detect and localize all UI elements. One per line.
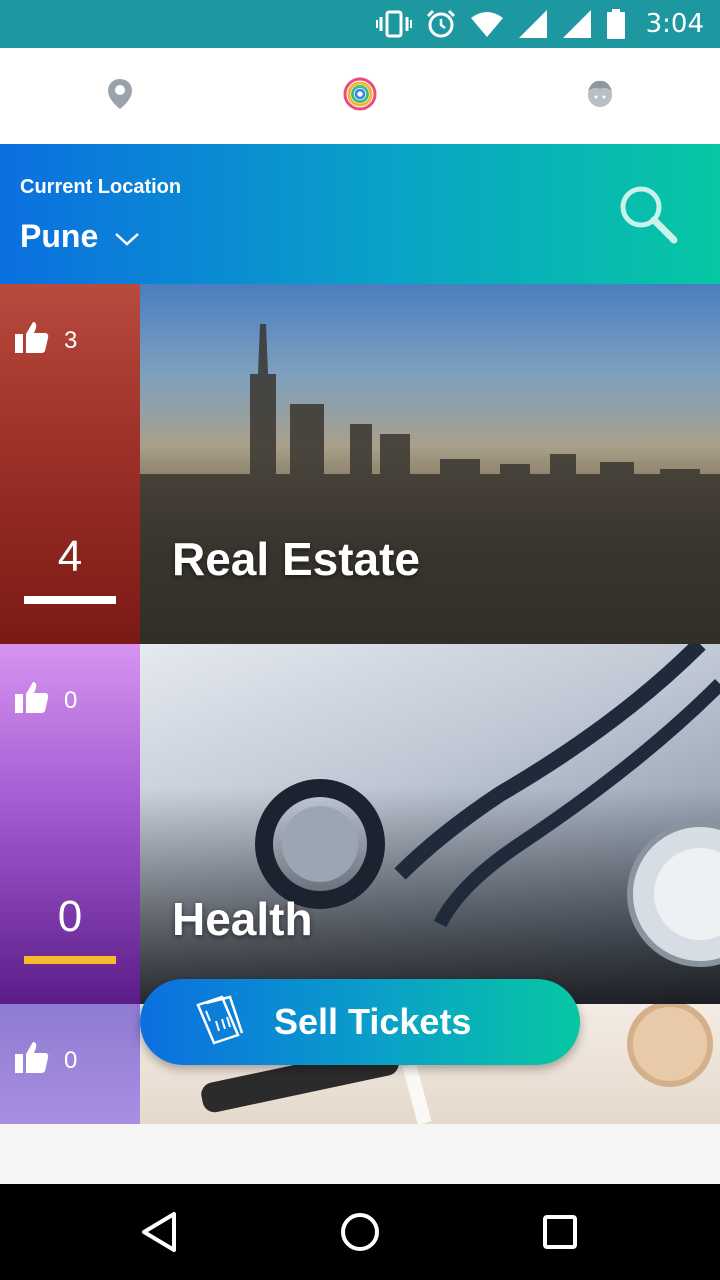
event-count: 0 xyxy=(57,892,83,941)
sell-tickets-button[interactable]: Sell Tickets xyxy=(140,979,580,1065)
recents-square-icon xyxy=(536,1215,584,1260)
top-nav xyxy=(0,48,720,144)
status-bar: 3:04 xyxy=(0,0,720,48)
clock-time: 3:04 xyxy=(645,9,704,39)
count-underline xyxy=(24,596,116,604)
search-button[interactable] xyxy=(616,182,680,246)
likes-count: 3 xyxy=(64,326,78,354)
alarm-icon xyxy=(426,9,456,39)
recents-button[interactable] xyxy=(536,1208,584,1256)
stethoscope-image xyxy=(140,644,720,1004)
likes-count: 0 xyxy=(64,686,78,714)
system-nav-bar xyxy=(0,1184,720,1280)
search-icon xyxy=(616,186,680,250)
location-header: Current Location Pune xyxy=(0,144,720,284)
thumbs-up-icon xyxy=(14,680,50,721)
count-underline xyxy=(24,956,116,964)
profile-face-icon xyxy=(586,78,614,115)
signal-icon xyxy=(518,9,548,39)
category-title: Real Estate xyxy=(172,533,421,585)
home-button[interactable] xyxy=(336,1208,384,1256)
home-circle-icon xyxy=(336,1213,384,1260)
battery-icon xyxy=(606,9,626,39)
nav-tab-profile[interactable] xyxy=(480,48,720,144)
location-pin-icon xyxy=(107,78,133,115)
signal-icon xyxy=(562,9,592,39)
vibrate-icon xyxy=(375,9,412,39)
chevron-down-icon xyxy=(114,218,140,255)
thumbs-up-icon xyxy=(14,320,50,361)
back-button[interactable] xyxy=(136,1208,184,1256)
category-card-health[interactable]: 0 0 Health xyxy=(0,644,720,1004)
city-selector[interactable]: Pune xyxy=(20,218,140,255)
category-card-real-estate[interactable]: 3 4 Real Estate xyxy=(0,284,720,644)
wifi-icon xyxy=(470,11,504,37)
current-location-label: Current Location xyxy=(20,176,182,198)
city-name: Pune xyxy=(20,218,99,254)
likes-count: 0 xyxy=(64,1046,78,1074)
ticket-icon xyxy=(192,994,244,1050)
city-skyline-image xyxy=(140,284,720,644)
circles-logo-icon xyxy=(343,77,377,116)
category-title: Health xyxy=(172,893,313,945)
nav-tab-location[interactable] xyxy=(0,48,240,144)
likes-counter[interactable]: 0 xyxy=(14,1040,77,1081)
thumbs-up-icon xyxy=(14,1040,50,1081)
event-count: 4 xyxy=(57,532,83,581)
sell-tickets-label: Sell Tickets xyxy=(274,1001,472,1042)
likes-counter[interactable]: 0 xyxy=(14,680,77,721)
likes-counter[interactable]: 3 xyxy=(14,320,77,361)
nav-tab-home[interactable] xyxy=(240,48,480,144)
back-triangle-icon xyxy=(136,1212,184,1260)
